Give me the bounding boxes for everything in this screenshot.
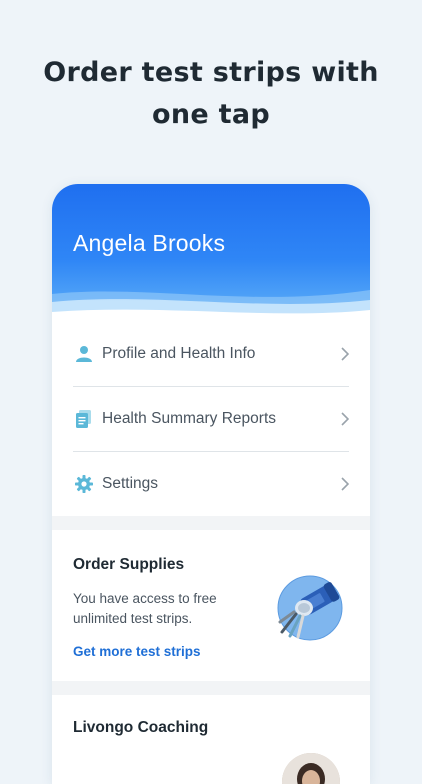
- chevron-right-icon: [341, 477, 349, 491]
- menu-item-label: Profile and Health Info: [102, 345, 256, 362]
- headline: Order test strips with one tap: [0, 52, 422, 136]
- menu-item-profile[interactable]: Profile and Health Info: [73, 322, 349, 387]
- order-supplies-card: Order Supplies You have access to free u…: [52, 530, 370, 681]
- menu-item-settings[interactable]: Settings: [73, 452, 349, 516]
- order-supplies-title: Order Supplies: [73, 556, 185, 573]
- menu-item-label: Health Summary Reports: [102, 410, 277, 427]
- coaching-title: Livongo Coaching: [73, 719, 209, 736]
- person-icon: [73, 343, 95, 365]
- phone-screen: Angela Brooks Profile and Health Info He…: [52, 184, 370, 784]
- menu-item-label: Settings: [102, 475, 159, 492]
- section-divider: [52, 516, 370, 530]
- test-strips-image: [277, 575, 343, 641]
- coach-avatar: [282, 753, 340, 784]
- chevron-right-icon: [341, 347, 349, 361]
- settings-menu: Profile and Health Info Health Summary R…: [52, 322, 370, 516]
- gear-icon: [73, 473, 95, 495]
- profile-header: Angela Brooks: [52, 184, 370, 322]
- headline-line-1: Order test strips with: [43, 57, 379, 88]
- headline-line-2: one tap: [151, 99, 271, 130]
- wave-decoration: [52, 290, 370, 322]
- get-more-strips-link[interactable]: Get more test strips: [73, 644, 201, 681]
- coaching-card: Livongo Coaching: [52, 695, 370, 784]
- menu-item-health-reports[interactable]: Health Summary Reports: [73, 387, 349, 452]
- order-supplies-text: You have access to free unlimited test s…: [73, 591, 217, 626]
- section-divider: [52, 681, 370, 695]
- chevron-right-icon: [341, 412, 349, 426]
- user-name: Angela Brooks: [73, 230, 226, 256]
- document-icon: [73, 408, 95, 430]
